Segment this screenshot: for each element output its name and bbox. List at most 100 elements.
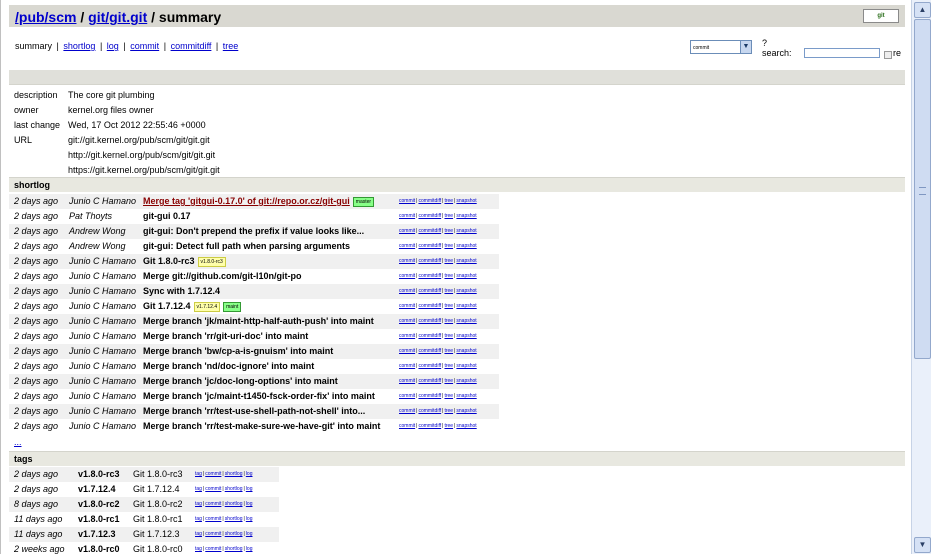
tag-name[interactable]: v1.7.12.4 — [78, 482, 116, 497]
row-action-link[interactable]: snapshot — [456, 393, 476, 399]
shortlog-row[interactable]: 2 days ago Andrew Wong git-gui: Don't prep… — [9, 224, 499, 239]
commit-subject[interactable]: git-gui: Detect full path when parsing a… — [143, 239, 350, 254]
shortlog-row[interactable]: 2 days ago Junio C Hamano Merge branch 'rr… — [9, 419, 499, 434]
row-action-link[interactable]: tree — [444, 303, 453, 309]
tag-row[interactable]: 11 days ago v1.8.0-rc1 Git 1.8.0-rc1 tag|co… — [9, 512, 279, 527]
row-action-link[interactable]: commit — [399, 303, 415, 309]
row-action-link[interactable]: shortlog — [225, 546, 243, 552]
branch-badge[interactable]: master — [352, 196, 375, 207]
commit-subject[interactable]: Git 1.7.12.4 v1.7.12.4 maint — [143, 299, 242, 314]
row-action-link[interactable]: commit — [399, 243, 415, 249]
row-action-link[interactable]: snapshot — [456, 258, 476, 264]
row-action-link[interactable]: log — [246, 531, 253, 537]
row-action-link[interactable]: commitdiff — [418, 408, 441, 414]
row-action-link[interactable]: commitdiff — [418, 348, 441, 354]
row-action-link[interactable]: commit — [399, 213, 415, 219]
row-action-link[interactable]: tree — [444, 378, 453, 384]
row-action-link[interactable]: snapshot — [456, 228, 476, 234]
row-action-link[interactable]: commit — [399, 228, 415, 234]
shortlog-row[interactable]: 2 days ago Junio C Hamano Merge branch 'bw… — [9, 344, 499, 359]
row-action-link[interactable]: snapshot — [456, 423, 476, 429]
row-action-link[interactable]: commitdiff — [418, 423, 441, 429]
row-action-link[interactable]: tree — [444, 393, 453, 399]
row-action-link[interactable]: snapshot — [456, 363, 476, 369]
row-action-link[interactable]: commitdiff — [418, 273, 441, 279]
nav-shortlog-link[interactable]: shortlog — [63, 41, 95, 51]
row-action-link[interactable]: commit — [205, 501, 221, 507]
row-action-link[interactable]: snapshot — [456, 243, 476, 249]
commit-subject[interactable]: Merge branch 'jc/doc-long-options' into … — [143, 374, 338, 389]
shortlog-row[interactable]: 2 days ago Junio C Hamano Merge branch 'nd… — [9, 359, 499, 374]
shortlog-row[interactable]: 2 days ago Junio C Hamano Merge branch 'jc… — [9, 374, 499, 389]
row-action-link[interactable]: snapshot — [456, 378, 476, 384]
row-action-link[interactable]: shortlog — [225, 501, 243, 507]
row-action-link[interactable]: tree — [444, 198, 453, 204]
scroll-thumb[interactable] — [914, 19, 931, 359]
row-action-link[interactable]: commitdiff — [418, 213, 441, 219]
row-action-link[interactable]: commit — [205, 516, 221, 522]
row-action-link[interactable]: commit — [399, 408, 415, 414]
row-action-link[interactable]: commit — [205, 531, 221, 537]
row-action-link[interactable]: tag — [195, 546, 202, 552]
commit-subject[interactable]: Merge tag 'gitgui-0.17.0' of git://repo.… — [143, 194, 375, 209]
commit-subject[interactable]: Git 1.8.0-rc3 v1.8.0-rc3 — [143, 254, 226, 269]
row-action-link[interactable]: snapshot — [456, 318, 476, 324]
row-action-link[interactable]: commitdiff — [418, 363, 441, 369]
row-action-link[interactable]: tree — [444, 213, 453, 219]
row-action-link[interactable]: commit — [399, 393, 415, 399]
row-action-link[interactable]: commit — [205, 471, 221, 477]
row-action-link[interactable]: snapshot — [456, 333, 476, 339]
row-action-link[interactable]: log — [246, 546, 253, 552]
tag-name[interactable]: v1.8.0-rc1 — [78, 512, 120, 527]
row-action-link[interactable]: commitdiff — [418, 243, 441, 249]
commit-subject[interactable]: Merge git://github.com/git-l10n/git-po — [143, 269, 301, 284]
shortlog-row[interactable]: 2 days ago Junio C Hamano Sync with 1.7.12… — [9, 284, 499, 299]
shortlog-row[interactable]: 2 days ago Junio C Hamano Merge git://gith… — [9, 269, 499, 284]
row-action-link[interactable]: snapshot — [456, 303, 476, 309]
row-action-link[interactable]: commitdiff — [418, 228, 441, 234]
row-action-link[interactable]: log — [246, 501, 253, 507]
commit-subject[interactable]: Merge branch 'nd/doc-ignore' into maint — [143, 359, 314, 374]
row-action-link[interactable]: tree — [444, 408, 453, 414]
commit-subject[interactable]: git-gui: Don't prepend the prefix if val… — [143, 224, 364, 239]
vertical-scrollbar[interactable]: ▲ ▼ — [911, 0, 931, 554]
row-action-link[interactable]: snapshot — [456, 273, 476, 279]
row-action-link[interactable]: commit — [399, 288, 415, 294]
commit-subject[interactable]: Sync with 1.7.12.4 — [143, 284, 220, 299]
tag-name[interactable]: v1.8.0-rc3 — [78, 467, 120, 482]
shortlog-header[interactable]: shortlog — [9, 177, 905, 192]
shortlog-row[interactable]: 2 days ago Junio C Hamano Git 1.7.12.4 v1.7… — [9, 299, 499, 314]
shortlog-row[interactable]: 2 days ago Junio C Hamano Merge tag 'gitgu… — [9, 194, 499, 209]
row-action-link[interactable]: tree — [444, 243, 453, 249]
row-action-link[interactable]: commitdiff — [418, 303, 441, 309]
row-action-link[interactable]: commitdiff — [418, 198, 441, 204]
row-action-link[interactable]: tag — [195, 516, 202, 522]
commit-subject[interactable]: Merge branch 'jk/maint-http-half-auth-pu… — [143, 314, 374, 329]
row-action-link[interactable]: shortlog — [225, 471, 243, 477]
row-action-link[interactable]: snapshot — [456, 348, 476, 354]
row-action-link[interactable]: commit — [399, 363, 415, 369]
shortlog-row[interactable]: 2 days ago Junio C Hamano Merge branch 'rr… — [9, 329, 499, 344]
commit-subject[interactable]: Merge branch 'rr/git-uri-doc' into maint — [143, 329, 308, 344]
nav-commit-link[interactable]: commit — [130, 41, 159, 51]
search-help-link[interactable]: ? — [762, 38, 767, 48]
row-action-link[interactable]: commit — [399, 333, 415, 339]
branch-badge[interactable]: maint — [223, 301, 242, 312]
nav-commitdiff-link[interactable]: commitdiff — [171, 41, 212, 51]
tag-badge[interactable]: v1.7.12.4 — [193, 301, 221, 312]
row-action-link[interactable]: snapshot — [456, 408, 476, 414]
row-action-link[interactable]: commit — [399, 348, 415, 354]
commit-subject[interactable]: Merge branch 'jc/maint-t1450-fsck-order-… — [143, 389, 375, 404]
regex-checkbox[interactable] — [884, 51, 892, 59]
row-action-link[interactable]: tree — [444, 288, 453, 294]
row-action-link[interactable]: commitdiff — [418, 393, 441, 399]
row-action-link[interactable]: tree — [444, 228, 453, 234]
row-action-link[interactable]: shortlog — [225, 531, 243, 537]
row-action-link[interactable]: commit — [399, 273, 415, 279]
scroll-up-icon[interactable]: ▲ — [914, 2, 931, 18]
row-action-link[interactable]: commit — [399, 423, 415, 429]
row-action-link[interactable]: tree — [444, 423, 453, 429]
row-action-link[interactable]: commitdiff — [418, 288, 441, 294]
row-action-link[interactable]: commit — [399, 378, 415, 384]
git-logo[interactable]: git — [863, 9, 899, 23]
